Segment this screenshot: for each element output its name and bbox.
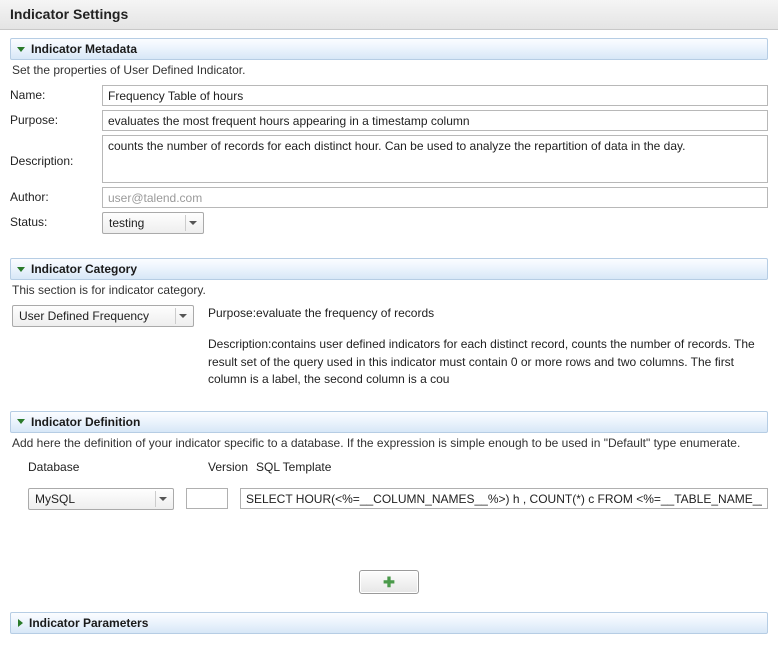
name-input[interactable] [102,85,768,106]
category-purpose-line: Purpose:evaluate the frequency of record… [208,305,768,322]
database-select[interactable]: MySQL [28,488,174,510]
section-header-category-label: Indicator Category [31,262,137,276]
chevron-down-icon [185,215,199,231]
page-title: Indicator Settings [0,0,778,30]
definition-row: MySQL [10,488,768,510]
category-select-value: User Defined Frequency [19,309,149,323]
description-input[interactable] [102,135,768,183]
add-button[interactable]: ✚ [359,570,419,594]
chevron-down-icon [17,419,25,424]
chevron-down-icon [175,308,189,324]
author-input [102,187,768,208]
label-author: Author: [10,187,96,204]
status-select[interactable]: testing [102,212,204,234]
content-area: Indicator Metadata Set the properties of… [0,30,778,634]
label-status: Status: [10,212,96,229]
database-select-value: MySQL [35,492,75,506]
metadata-description-text: Set the properties of User Defined Indic… [12,63,768,77]
section-header-parameters-label: Indicator Parameters [29,616,148,630]
chevron-down-icon [17,47,25,52]
section-header-category[interactable]: Indicator Category [10,258,768,280]
col-header-version: Version [208,460,256,474]
section-header-definition[interactable]: Indicator Definition [10,411,768,433]
category-description-text: This section is for indicator category. [12,283,768,297]
category-select[interactable]: User Defined Frequency [12,305,194,327]
definition-description-text: Add here the definition of your indicato… [12,436,768,450]
label-description: Description: [10,151,96,168]
section-header-parameters[interactable]: Indicator Parameters [10,612,768,634]
col-header-sql: SQL Template [256,460,331,474]
chevron-down-icon [155,491,169,507]
section-header-definition-label: Indicator Definition [31,415,140,429]
category-description-line: Description:contains user defined indica… [208,336,768,388]
version-input[interactable] [186,488,228,509]
purpose-input[interactable] [102,110,768,131]
col-header-database: Database [28,460,208,474]
label-name: Name: [10,85,96,102]
chevron-right-icon [18,619,23,627]
section-header-metadata-label: Indicator Metadata [31,42,137,56]
sql-template-input[interactable] [240,488,768,509]
chevron-down-icon [17,267,25,272]
status-select-value: testing [109,216,144,230]
plus-icon: ✚ [383,575,395,589]
label-purpose: Purpose: [10,110,96,127]
section-header-metadata[interactable]: Indicator Metadata [10,38,768,60]
